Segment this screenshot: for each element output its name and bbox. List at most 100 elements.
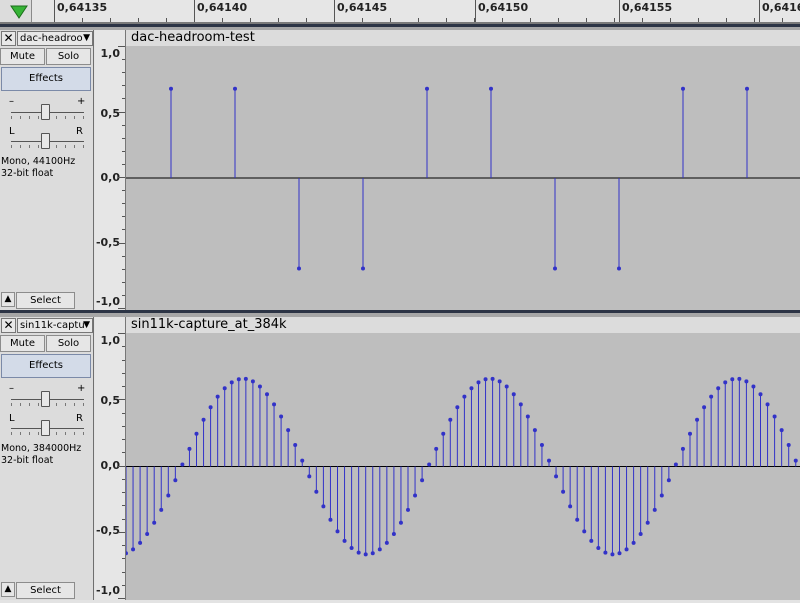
sample-point (497, 379, 502, 384)
gain-slider-thumb[interactable] (41, 104, 50, 120)
sample-point (391, 531, 396, 536)
collapse-track-button[interactable]: ▲ (1, 582, 15, 597)
amplitude-tick-label: -1,0 (95, 584, 120, 597)
amplitude-ruler[interactable]: 1,0 0,5 0,0 -0,5 -1,0 (95, 30, 126, 310)
effects-button[interactable]: Effects (1, 67, 91, 91)
amplitude-tick (122, 359, 125, 361)
sample-point (434, 446, 439, 451)
amplitude-tick (122, 163, 125, 165)
sample-point (582, 529, 587, 534)
ruler-tick-label: 0,64145 (337, 1, 388, 14)
sample-point (314, 489, 319, 494)
amplitude-tick (122, 584, 125, 586)
sample-point (476, 380, 481, 385)
sample-point (779, 428, 784, 433)
sample-point (511, 392, 516, 397)
track-name-menu[interactable]: sin11k-captu ▼ (17, 318, 93, 333)
amplitude-tick (122, 439, 125, 440)
close-track-button[interactable]: ✕ (1, 318, 16, 333)
track-format-label: Mono, 44100Hz (1, 156, 76, 167)
amplitude-ruler[interactable]: 1,0 0,5 0,0 -0,5 -1,0 (95, 317, 126, 600)
sample-point (328, 517, 333, 522)
sample-point (279, 414, 284, 419)
sample-point (124, 551, 128, 556)
collapse-track-button[interactable]: ▲ (1, 292, 15, 307)
sample-point (532, 428, 537, 433)
sample-point (469, 386, 474, 391)
sample-point (716, 386, 721, 391)
sample-point (617, 551, 622, 556)
amplitude-tick (122, 255, 125, 257)
ruler-tick-label: 0,6416 (762, 1, 800, 14)
amplitude-tick (122, 492, 125, 493)
sample-point (561, 489, 566, 494)
gain-minus-label: – (9, 96, 14, 107)
waveform-area[interactable] (126, 46, 800, 310)
pan-slider-thumb[interactable] (41, 420, 50, 436)
sample-point (737, 376, 742, 381)
sample-point (681, 86, 685, 91)
sample-point (349, 546, 354, 551)
ruler-tick-label: 0,64150 (478, 1, 529, 14)
amplitude-tick (118, 46, 125, 47)
sample-point (786, 443, 791, 448)
amplitude-tick (118, 111, 125, 113)
sample-point (631, 540, 636, 545)
amplitude-tick (122, 452, 125, 454)
pan-slider-thumb[interactable] (41, 133, 50, 149)
amplitude-tick (122, 72, 125, 74)
dropdown-arrow-icon: ▼ (83, 33, 90, 43)
sample-point (455, 405, 460, 410)
amplitude-tick (122, 386, 125, 387)
timeline-ruler[interactable]: 0,64135 0,64140 0,64145 0,64150 0,64155 … (0, 0, 800, 24)
sample-point (370, 551, 375, 556)
track-name-menu[interactable]: dac-headroo ▼ (17, 31, 93, 46)
track-bitdepth-label: 32-bit float (1, 168, 54, 179)
amplitude-tick-label: 1,0 (100, 334, 121, 347)
ruler-major-tick (619, 0, 620, 22)
sample-point (539, 443, 544, 448)
sample-point (723, 380, 728, 385)
ruler-major-tick (759, 0, 760, 22)
solo-button[interactable]: Solo (46, 335, 91, 352)
gain-slider-thumb[interactable] (41, 391, 50, 407)
sample-point (525, 414, 530, 419)
mute-button[interactable]: Mute (0, 48, 45, 65)
select-track-button[interactable]: Select (16, 292, 75, 309)
amplitude-tick-label: 1,0 (100, 47, 121, 60)
sample-point (307, 474, 312, 479)
sample-point (166, 493, 171, 498)
play-head-icon[interactable] (8, 3, 30, 21)
select-track-button[interactable]: Select (16, 582, 75, 599)
amplitude-tick (122, 518, 125, 520)
mute-button[interactable]: Mute (0, 335, 45, 352)
ruler-corner (0, 0, 32, 24)
track-title-bar[interactable]: dac-headroom-test (126, 30, 800, 46)
ruler-scale[interactable]: 0,64135 0,64140 0,64145 0,64150 0,64155 … (32, 0, 800, 24)
amplitude-tick (118, 308, 125, 309)
track-control-panel[interactable]: ✕ dac-headroo ▼ Mute Solo Effects – + L … (0, 30, 94, 310)
waveform-area[interactable] (124, 333, 800, 600)
sample-point (793, 458, 798, 463)
waveform-plot[interactable] (124, 333, 800, 600)
waveform-plot[interactable] (126, 46, 800, 310)
sample-point (489, 86, 493, 91)
amplitude-tick (118, 531, 125, 533)
sample-point (554, 474, 559, 479)
amplitude-tick (122, 59, 125, 61)
track-control-panel[interactable]: ✕ sin11k-captu ▼ Mute Solo Effects – + L… (0, 317, 94, 600)
sample-point (518, 402, 523, 407)
sample-point (547, 458, 551, 463)
solo-button[interactable]: Solo (46, 48, 91, 65)
close-track-button[interactable]: ✕ (1, 31, 16, 46)
amplitude-tick (122, 372, 125, 374)
sample-point (673, 462, 678, 467)
track-title-bar[interactable]: sin11k-capture_at_384k (126, 317, 800, 333)
sample-point (666, 478, 671, 483)
effects-button[interactable]: Effects (1, 354, 91, 378)
sample-point (688, 431, 692, 436)
sample-point (568, 504, 573, 509)
sample-point (751, 384, 756, 389)
amplitude-tick (122, 425, 125, 427)
track-bitdepth-label: 32-bit float (1, 455, 54, 466)
